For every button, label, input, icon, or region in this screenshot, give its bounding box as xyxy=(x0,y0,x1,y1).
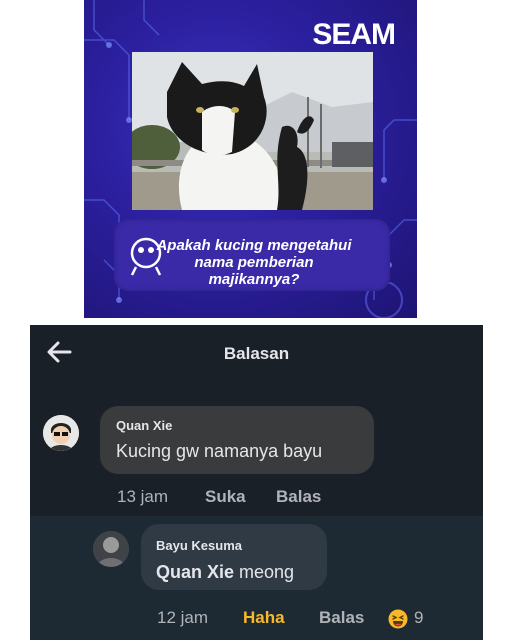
reply-mention[interactable]: Quan Xie xyxy=(156,562,234,582)
haha-reaction-button[interactable]: Haha xyxy=(243,608,285,628)
caption-text: Apakah kucing mengetahui nama pemberian … xyxy=(124,237,384,288)
reply-reply-button[interactable]: Balas xyxy=(319,608,364,628)
panel-title: Balasan xyxy=(223,344,290,363)
post-image[interactable]: SEAM Apakah kucing mengetahui nama pembe… xyxy=(84,0,417,318)
comment-author[interactable]: Quan Xie xyxy=(116,418,172,433)
avatar-bayu-kesuma[interactable] xyxy=(93,531,129,567)
cat-photo xyxy=(132,52,373,210)
caption-line-3: majikannya? xyxy=(208,271,300,288)
reply-section: Bayu Kesuma Quan Xie meong 12 jam Haha B… xyxy=(30,516,483,640)
caption-box: Apakah kucing mengetahui nama pemberian … xyxy=(114,219,390,291)
reply-body: meong xyxy=(234,562,295,582)
reply-text: Quan Xie meong xyxy=(156,562,294,583)
reply-timestamp: 12 jam xyxy=(157,608,209,627)
comment-timestamp: 13 jam xyxy=(117,487,169,506)
reply-author[interactable]: Bayu Kesuma xyxy=(156,538,242,553)
caption-line-1: Apakah kucing mengetahui xyxy=(156,237,352,254)
haha-emoji-icon[interactable] xyxy=(388,609,408,629)
replies-panel: Balasan Quan Xie Kucing gw namanya bayu … xyxy=(30,325,483,640)
reply-button[interactable]: Balas xyxy=(276,487,321,507)
panel-header: Balasan xyxy=(30,325,483,381)
reaction-count: 9 xyxy=(414,608,424,627)
caption-line-2: nama pemberian xyxy=(194,254,314,271)
comment-bubble[interactable] xyxy=(100,406,374,474)
brand-logo: SEAM xyxy=(312,18,396,51)
avatar-quan-xie[interactable] xyxy=(43,415,79,451)
like-button[interactable]: Suka xyxy=(205,487,246,507)
comment-text: Kucing gw namanya bayu xyxy=(116,441,323,461)
